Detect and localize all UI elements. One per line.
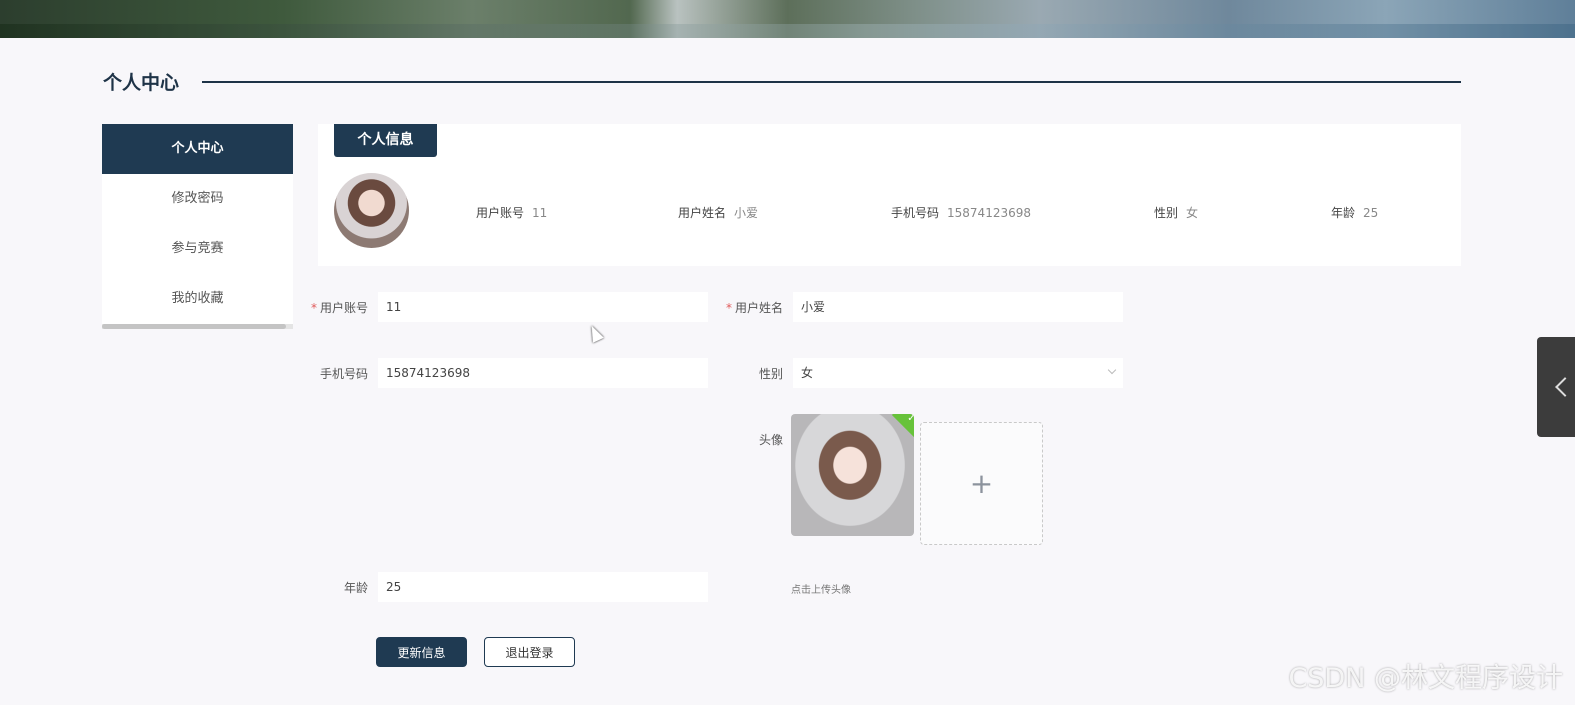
info-age: 年龄 25 [1331, 204, 1378, 221]
info-gender: 性别女 [1154, 204, 1198, 221]
avatar [334, 173, 409, 248]
info-phone-label: 手机号码 [891, 206, 940, 220]
sidebar-item-favorites[interactable]: 我的收藏 [102, 274, 293, 324]
title-divider [202, 81, 1461, 83]
info-gender-value: 女 [1186, 206, 1199, 220]
age-input[interactable] [378, 572, 708, 602]
account-input[interactable] [378, 292, 708, 322]
check-icon [891, 414, 914, 440]
phone-input[interactable] [378, 358, 708, 388]
name-label: * 用户姓名 [713, 299, 783, 316]
account-label-text: 用户账号 [319, 301, 368, 315]
account-label: * 用户账号 [298, 299, 368, 316]
watermark: CSDN @林文程序设计 [1288, 663, 1563, 694]
update-info-button[interactable]: 更新信息 [376, 637, 467, 667]
info-account-value: 11 [532, 206, 548, 220]
gender-label: 性别 [758, 367, 783, 381]
name-input[interactable] [793, 292, 1123, 322]
info-gender-label: 性别 [1154, 206, 1179, 220]
side-panel-toggle[interactable] [1537, 337, 1575, 437]
chevron-left-icon [1555, 377, 1575, 397]
uploaded-avatar-image[interactable] [791, 414, 914, 536]
personal-info-card: 个人信息 用户账号 11 用户姓名 小爱 手机号码 15874123698 性别女 年… [318, 124, 1461, 266]
sidebar-menu: 个人中心 修改密码 参与竞赛 我的收藏 [102, 124, 293, 329]
info-name-label: 用户姓名 [678, 206, 727, 220]
avatar-upload-button[interactable]: + [920, 422, 1043, 545]
top-banner-image [0, 0, 1575, 38]
sidebar-scrollbar[interactable] [102, 324, 293, 329]
info-phone-value: 15874123698 [947, 206, 1031, 220]
info-name-value: 小爱 [734, 206, 759, 220]
sidebar-item-competitions[interactable]: 参与竞赛 [102, 224, 293, 274]
avatar-label: 头像 [758, 433, 783, 447]
upload-tip: 点击上传头像 [791, 585, 851, 596]
required-mark: * [310, 301, 317, 315]
mouse-cursor-icon [586, 323, 604, 343]
required-mark: * [725, 301, 732, 315]
phone-label: 手机号码 [319, 367, 368, 381]
sidebar-item-profile[interactable]: 个人中心 [102, 124, 293, 174]
logout-button[interactable]: 退出登录 [484, 637, 575, 667]
gender-select-value: 女 [801, 366, 814, 380]
info-name: 用户姓名 小爱 [678, 204, 758, 221]
sidebar-item-change-password[interactable]: 修改密码 [102, 174, 293, 224]
info-phone: 手机号码 15874123698 [891, 204, 1031, 221]
info-age-label: 年龄 [1331, 206, 1356, 220]
personal-info-tab: 个人信息 [334, 124, 437, 157]
gender-select[interactable]: 女 [793, 358, 1123, 388]
chevron-down-icon [1107, 365, 1117, 375]
info-account: 用户账号 11 [476, 204, 547, 221]
info-age-value: 25 [1363, 206, 1379, 220]
age-label: 年龄 [343, 581, 368, 595]
info-account-label: 用户账号 [476, 206, 525, 220]
page-title: 个人中心 [103, 72, 180, 94]
plus-icon: + [969, 467, 994, 500]
name-label-text: 用户姓名 [734, 301, 783, 315]
